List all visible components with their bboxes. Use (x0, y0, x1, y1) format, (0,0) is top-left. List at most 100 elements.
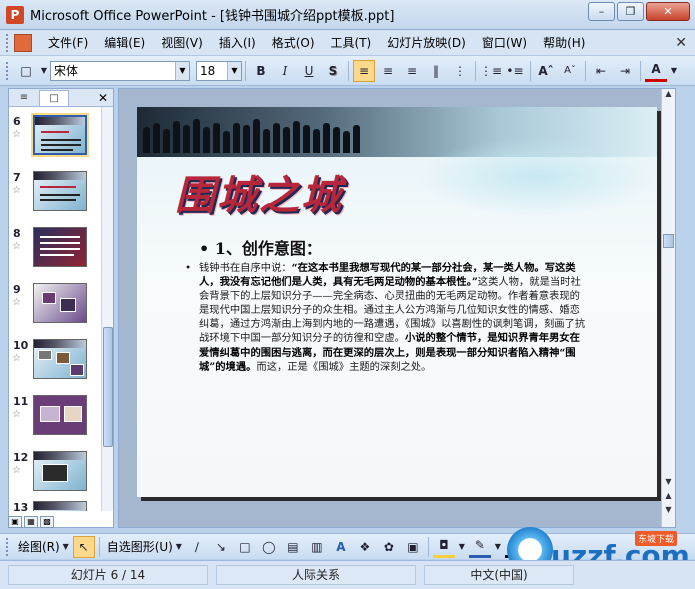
slide-thumbnail[interactable] (33, 171, 87, 211)
minimize-button[interactable]: – (588, 2, 615, 21)
vertical-textbox-icon[interactable]: ▥ (306, 536, 328, 558)
slide-thumbnail[interactable] (33, 283, 87, 323)
clipart-icon[interactable]: ✿ (378, 536, 400, 558)
chevron-down-icon[interactable]: ▼ (227, 61, 241, 80)
align-left-icon[interactable]: ≡ (353, 59, 375, 82)
document-icon[interactable] (14, 33, 32, 52)
toolbar-separator (530, 60, 531, 81)
menu-slideshow[interactable]: 幻灯片放映(D) (379, 32, 474, 54)
slide-area-scrollbar[interactable]: ▲ ▼ ▲ ▼ (661, 89, 675, 527)
slide-thumbnail[interactable] (31, 113, 89, 157)
font-color-icon[interactable]: A (645, 60, 667, 82)
menu-format[interactable]: 格式(O) (264, 32, 323, 54)
toolbar-grip[interactable] (6, 537, 10, 556)
column-icon[interactable]: ⋮ (449, 60, 471, 82)
slide-thumbnail[interactable] (33, 395, 87, 435)
chevron-down-icon[interactable]: ▼ (669, 60, 679, 82)
toolbar-separator (348, 60, 349, 81)
slide-thumbnail[interactable] (33, 339, 87, 379)
increase-indent-icon[interactable]: ⇥ (614, 60, 636, 82)
close-button[interactable]: ✕ (646, 2, 690, 21)
menu-window[interactable]: 窗口(W) (474, 32, 535, 54)
dropdown-arrow-icon[interactable]: ▼ (39, 60, 49, 82)
new-slide-icon[interactable]: □ (15, 60, 37, 82)
chevron-down-icon[interactable]: ▼ (493, 536, 503, 558)
window-title: Microsoft Office PowerPoint - [钱钟书围城介绍pp… (30, 9, 395, 24)
tab-outline[interactable]: ≡ (9, 90, 39, 106)
slide-thumbnail-row[interactable]: 12 ☆ (9, 451, 103, 507)
decrease-font-icon[interactable]: Aˇ (559, 60, 581, 82)
menu-file[interactable]: 文件(F) (40, 32, 96, 54)
next-slide-icon[interactable]: ▼ (663, 505, 674, 517)
slide-thumbnail[interactable] (33, 451, 87, 491)
slides-pane-scrollbar[interactable] (101, 107, 113, 511)
draw-menu-button[interactable]: 绘图(R) (18, 538, 60, 555)
slide-thumbnail[interactable] (33, 501, 87, 511)
decrease-indent-icon[interactable]: ⇤ (590, 60, 612, 82)
toolbar-grip[interactable] (6, 61, 10, 80)
powerpoint-app-icon[interactable]: P (6, 5, 24, 24)
distributed-icon[interactable]: ‖ (425, 60, 447, 82)
menu-help[interactable]: 帮助(H) (535, 32, 593, 54)
slide-thumbnail-row[interactable]: 10 ☆ (9, 339, 103, 395)
star-icon: ☆ (12, 185, 21, 196)
bullet-list-icon[interactable]: •≡ (504, 60, 526, 82)
scrollbar-thumb[interactable] (663, 234, 674, 248)
numbered-list-icon[interactable]: ⋮≡ (480, 60, 502, 82)
slide-thumbnail-row[interactable]: 11 ☆ (9, 395, 103, 451)
menu-tools[interactable]: 工具(T) (323, 32, 380, 54)
current-slide[interactable]: 围城之城 • 1、创作意图： • 钱钟书在自序中说：“在这本书里我想写现代的某一… (137, 107, 657, 497)
slideshow-icon[interactable]: ▩ (40, 516, 54, 528)
slide-thumbnail[interactable] (33, 227, 87, 267)
font-name-value: 宋体 (54, 63, 79, 78)
slide-thumbnail-row[interactable]: 9 ☆ (9, 283, 103, 339)
fill-color-icon[interactable]: ◘ (432, 536, 455, 558)
font-name-select[interactable]: 宋体 ▼ (50, 60, 190, 81)
slide-editing-area[interactable]: 围城之城 • 1、创作意图： • 钱钟书在自序中说：“在这本书里我想写现代的某一… (118, 88, 676, 528)
bold-button[interactable]: B (250, 60, 272, 82)
select-pointer-icon[interactable]: ↖ (72, 535, 95, 558)
scroll-down-icon[interactable]: ▼ (663, 477, 674, 489)
scrollbar-thumb[interactable] (103, 327, 113, 447)
toolbar-grip[interactable] (6, 33, 10, 52)
arrow-icon[interactable]: ↘ (210, 536, 232, 558)
restore-button[interactable]: ❐ (617, 2, 644, 21)
slide-title[interactable]: 围城之城 (175, 163, 343, 221)
rectangle-icon[interactable]: □ (234, 536, 256, 558)
align-right-icon[interactable]: ≡ (401, 60, 423, 82)
textbox-icon[interactable]: ▤ (282, 536, 304, 558)
pane-close-icon[interactable]: ✕ (98, 91, 108, 105)
increase-font-icon[interactable]: Aˆ (535, 60, 557, 82)
menu-view[interactable]: 视图(V) (153, 32, 211, 54)
slide-thumbnail-row[interactable]: 8 ☆ (9, 227, 103, 283)
line-icon[interactable]: ∕ (186, 536, 208, 558)
menu-edit[interactable]: 编辑(E) (96, 32, 153, 54)
font-size-select[interactable]: 18 ▼ (196, 60, 242, 81)
slide-thumbnail-row[interactable]: 13 (9, 501, 103, 511)
previous-slide-icon[interactable]: ▲ (663, 491, 674, 503)
tab-slides[interactable]: □ (39, 89, 69, 106)
slide-thumbnail-row[interactable]: 7 ☆ (9, 171, 103, 227)
slide-body-text[interactable]: • 钱钟书在自序中说：“在这本书里我想写现代的某一部分社会，某一类人物。写这类人… (185, 261, 589, 374)
italic-button[interactable]: I (274, 60, 296, 82)
normal-view-icon[interactable]: ▣ (8, 516, 22, 528)
chevron-down-icon[interactable]: ▼ (457, 536, 467, 558)
document-close-icon[interactable]: ✕ (675, 35, 687, 51)
slide-heading[interactable]: • 1、创作意图： (199, 235, 322, 259)
chevron-down-icon[interactable]: ▼ (61, 536, 71, 558)
line-color-icon[interactable]: ✎ (468, 536, 491, 558)
picture-icon[interactable]: ▣ (402, 536, 424, 558)
wordart-icon[interactable]: A (330, 536, 352, 558)
oval-icon[interactable]: ◯ (258, 536, 280, 558)
underline-button[interactable]: U (298, 60, 320, 82)
autoshapes-button[interactable]: 自选图形(U) (107, 538, 173, 555)
align-center-icon[interactable]: ≡ (377, 60, 399, 82)
menu-insert[interactable]: 插入(I) (211, 32, 264, 54)
slide-sorter-icon[interactable]: ▦ (24, 516, 38, 528)
chevron-down-icon[interactable]: ▼ (174, 536, 184, 558)
chevron-down-icon[interactable]: ▼ (175, 61, 189, 80)
shadow-button[interactable]: S (322, 60, 344, 82)
slide-thumbnail-row[interactable]: 6 ☆ (9, 113, 103, 171)
scroll-up-icon[interactable]: ▲ (663, 89, 674, 101)
diagram-icon[interactable]: ❖ (354, 536, 376, 558)
